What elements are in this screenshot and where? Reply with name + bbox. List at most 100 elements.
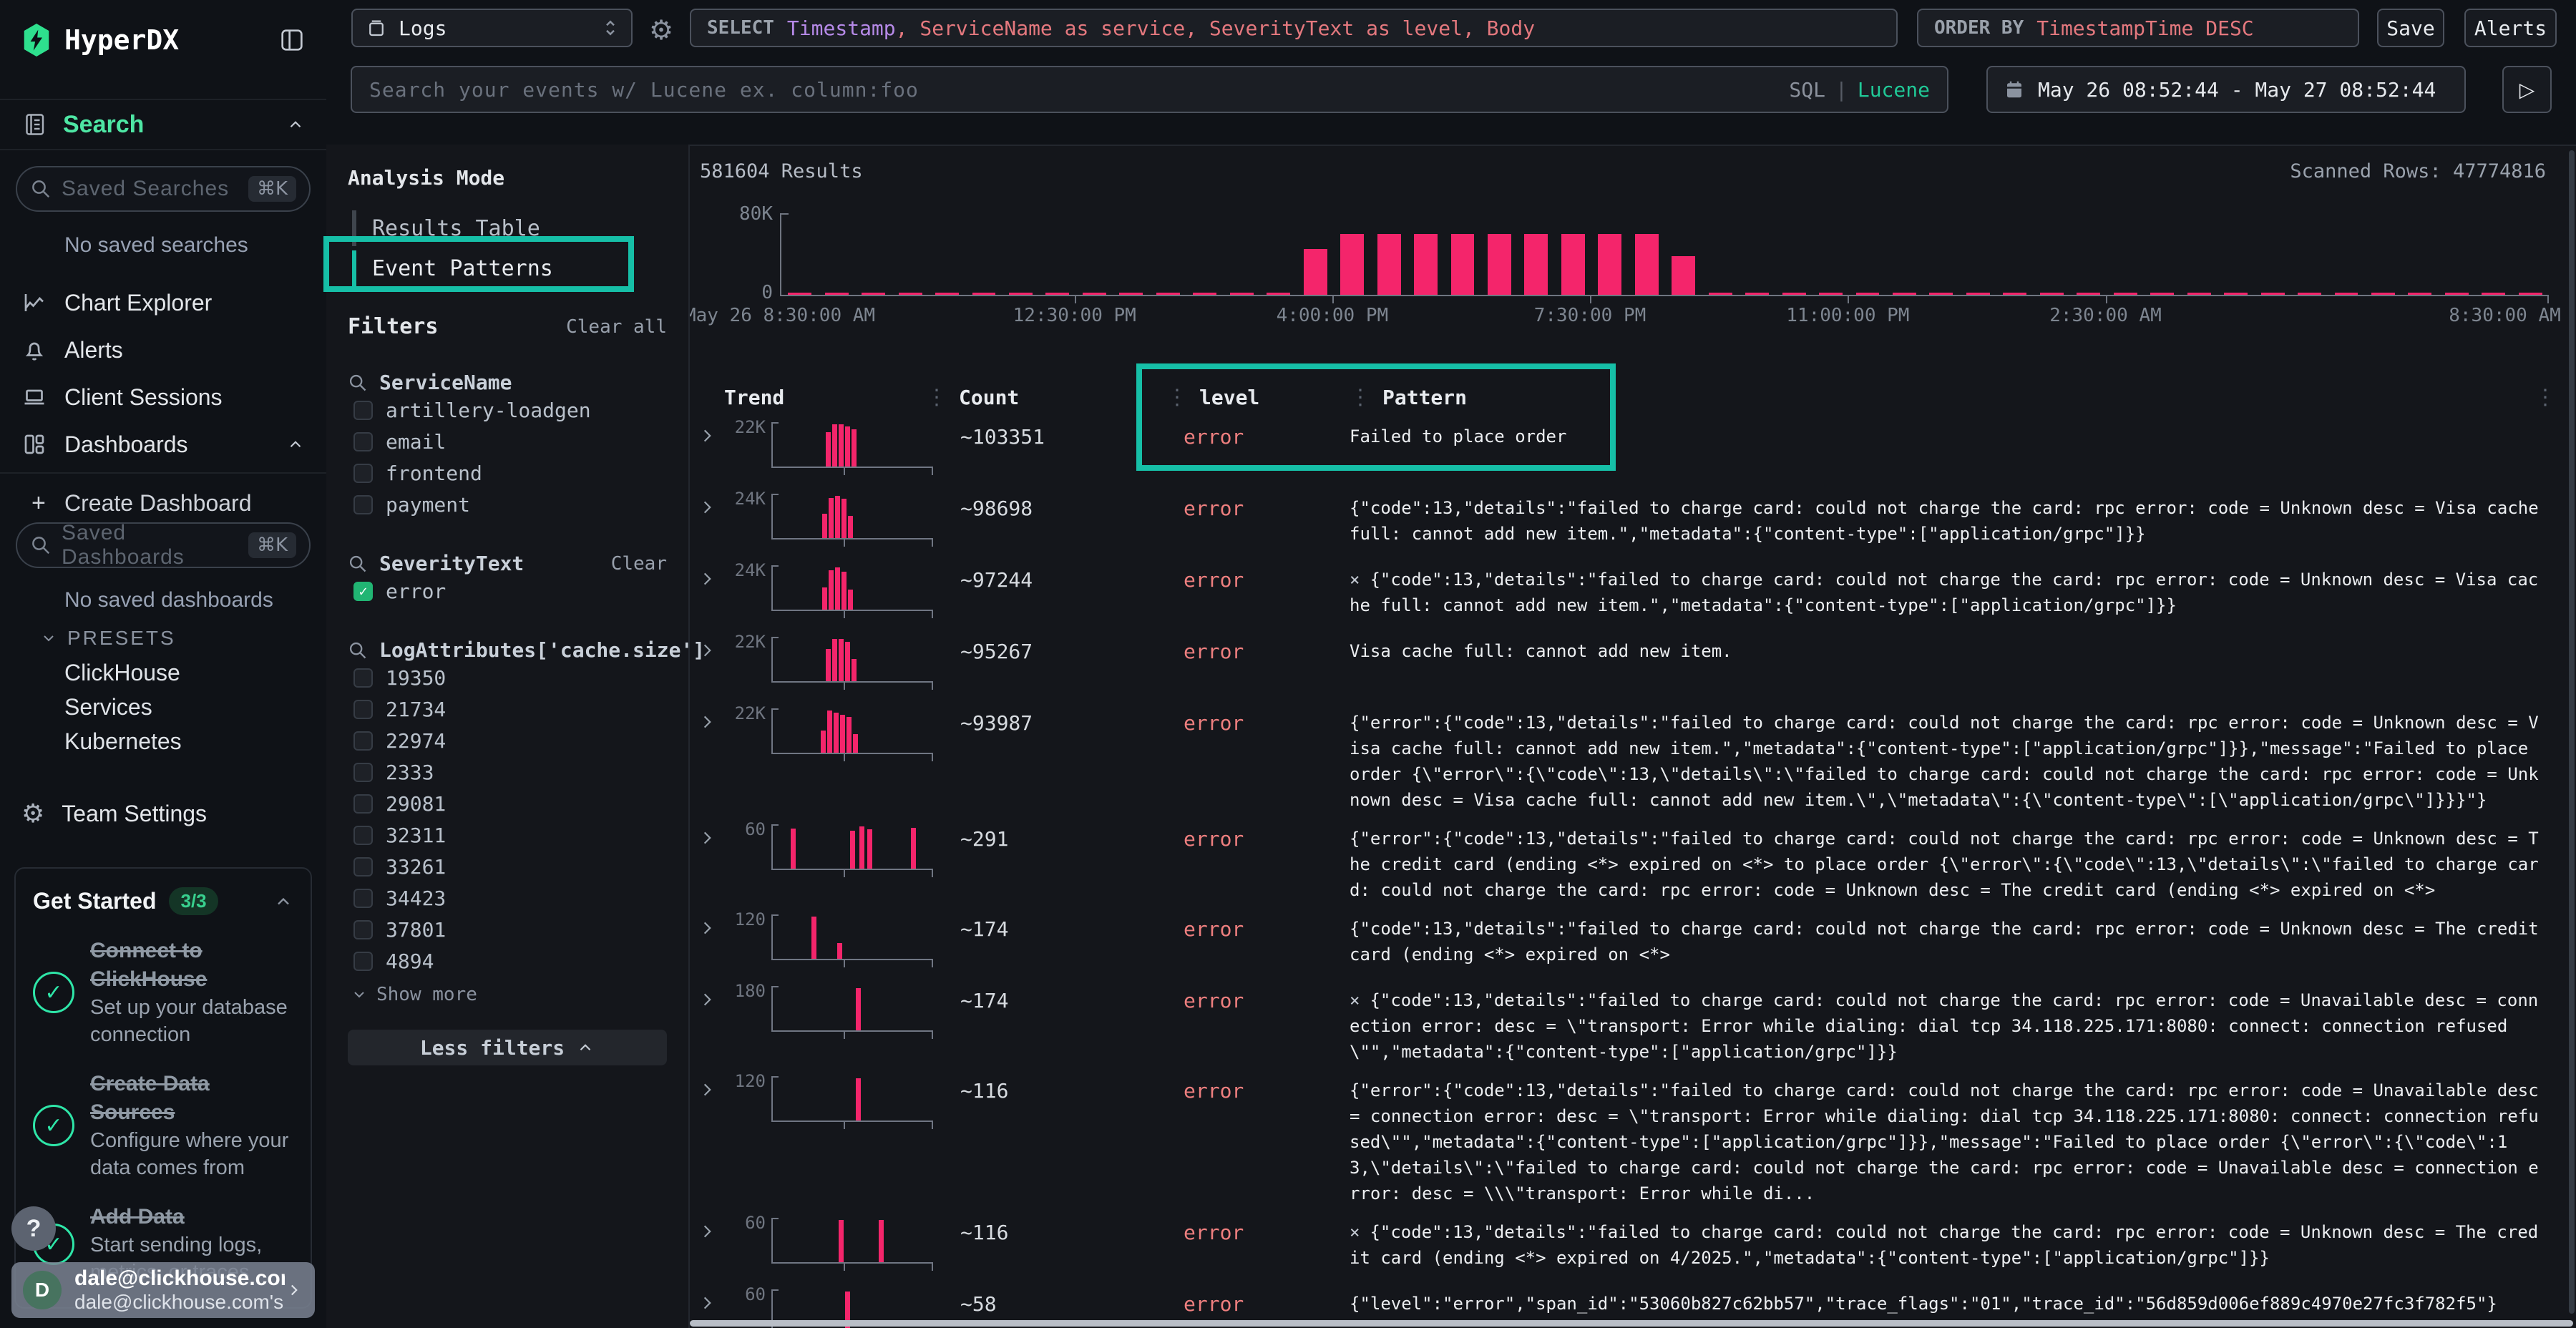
- collapse-x-icon[interactable]: ×: [1350, 1222, 1360, 1242]
- column-header-count[interactable]: Count: [959, 386, 1166, 409]
- source-selector[interactable]: Logs: [351, 9, 633, 47]
- checkbox-checked[interactable]: ✓: [353, 582, 373, 601]
- sidebar-item-client-sessions[interactable]: Client Sessions: [0, 375, 326, 419]
- facet-clear-link[interactable]: Clear: [611, 553, 667, 575]
- checkbox[interactable]: [353, 401, 373, 420]
- facet-option[interactable]: email: [348, 426, 667, 457]
- pattern-row[interactable]: 24K~98698error{"code":13,"details":"fail…: [690, 485, 2576, 554]
- sidebar-item-team-settings[interactable]: ⚙ Team Settings: [0, 791, 326, 836]
- sidebar-preset-clickhouse[interactable]: ClickHouse: [64, 660, 180, 686]
- pattern-row[interactable]: 22K~95267errorVisa cache full: cannot ad…: [690, 628, 2576, 697]
- sidebar-preset-kubernetes[interactable]: Kubernetes: [64, 728, 182, 755]
- column-grip-icon[interactable]: ⋮: [1350, 385, 1371, 410]
- show-more-link[interactable]: Show more: [348, 984, 667, 1005]
- select-clause-input[interactable]: SELECT Timestamp, ServiceName as service…: [690, 9, 1898, 47]
- pattern-row[interactable]: 60~291error{"error":{"code":13,"details"…: [690, 816, 2576, 903]
- create-dashboard-button[interactable]: + Create Dashboard: [0, 481, 326, 525]
- facet-option[interactable]: payment: [348, 489, 667, 520]
- pattern-row[interactable]: 120~116error{"error":{"code":13,"details…: [690, 1068, 2576, 1206]
- pattern-row[interactable]: 22K~103351errorFailed to place order: [690, 414, 2576, 482]
- pattern-row[interactable]: 60~116error×{"code":13,"details":"failed…: [690, 1209, 2576, 1278]
- mode-lucene-toggle[interactable]: Lucene: [1858, 78, 1930, 102]
- run-query-button[interactable]: ▷: [2502, 66, 2552, 113]
- user-menu[interactable]: D dale@clickhouse.com dale@clickhouse.co…: [11, 1262, 315, 1318]
- expand-row-chevron-icon[interactable]: [690, 1070, 724, 1099]
- clear-all-link[interactable]: Clear all: [566, 316, 667, 338]
- column-grip-icon[interactable]: ⋮: [1166, 385, 1188, 410]
- saved-searches-input[interactable]: Saved Searches ⌘K: [16, 166, 311, 212]
- checkbox[interactable]: [353, 432, 373, 451]
- checkbox[interactable]: [353, 668, 373, 688]
- checkbox[interactable]: [353, 731, 373, 751]
- pattern-row[interactable]: 180~174error×{"code":13,"details":"faile…: [690, 977, 2576, 1065]
- column-header-pattern[interactable]: Pattern: [1382, 386, 1467, 409]
- expand-row-chevron-icon[interactable]: [690, 631, 724, 660]
- presets-section[interactable]: PRESETS: [40, 627, 176, 650]
- checkbox[interactable]: [353, 794, 373, 814]
- expand-row-chevron-icon[interactable]: [690, 980, 724, 1009]
- expand-row-chevron-icon[interactable]: [690, 819, 724, 847]
- collapse-sidebar-icon[interactable]: [278, 26, 306, 54]
- sidebar-item-dashboards[interactable]: Dashboards: [0, 422, 326, 467]
- facet-option[interactable]: 22974: [348, 725, 667, 756]
- analysis-mode-event-patterns[interactable]: Event Patterns: [352, 248, 667, 288]
- save-button[interactable]: Save: [2377, 9, 2444, 47]
- expand-row-chevron-icon[interactable]: [690, 416, 724, 445]
- checkbox[interactable]: [353, 826, 373, 845]
- facet-option[interactable]: 21734: [348, 693, 667, 725]
- column-grip-icon[interactable]: ⋮: [926, 385, 947, 410]
- pattern-row[interactable]: 24K~97244error×{"code":13,"details":"fai…: [690, 557, 2576, 625]
- sidebar-item-chart-explorer[interactable]: Chart Explorer: [0, 280, 326, 325]
- less-filters-button[interactable]: Less filters: [348, 1030, 667, 1065]
- facet-option[interactable]: 34423: [348, 882, 667, 914]
- facet-option[interactable]: 4894: [348, 945, 667, 977]
- checkbox[interactable]: [353, 952, 373, 971]
- mode-sql-toggle[interactable]: SQL: [1789, 78, 1825, 102]
- facet-option[interactable]: 33261: [348, 851, 667, 882]
- get-started-step[interactable]: ✓Connect to ClickHouseSet up your databa…: [33, 937, 293, 1048]
- expand-row-chevron-icon[interactable]: [690, 560, 724, 588]
- checkbox[interactable]: [353, 495, 373, 514]
- sidebar-item-alerts[interactable]: Alerts: [0, 328, 326, 372]
- chevron-up-icon[interactable]: [273, 892, 293, 912]
- order-by-input[interactable]: ORDER BY TimestampTime DESC: [1917, 9, 2359, 47]
- facet-option[interactable]: ✓error: [348, 575, 667, 607]
- sidebar-item-search[interactable]: Search: [0, 99, 326, 150]
- pattern-row[interactable]: 22K~93987error{"error":{"code":13,"detai…: [690, 700, 2576, 813]
- table-options-icon[interactable]: ⋮: [2534, 385, 2556, 410]
- query-settings-gear-icon[interactable]: ⚙: [649, 14, 673, 46]
- checkbox[interactable]: [353, 889, 373, 908]
- column-header-level[interactable]: level: [1199, 386, 1350, 409]
- checkbox[interactable]: [353, 763, 373, 782]
- get-started-step[interactable]: ✓Create Data SourcesConfigure where your…: [33, 1070, 293, 1181]
- vertical-scrollbar[interactable]: [2569, 150, 2575, 1314]
- sidebar-preset-services[interactable]: Services: [64, 694, 152, 721]
- checkbox[interactable]: [353, 857, 373, 877]
- expand-row-chevron-icon[interactable]: [690, 703, 724, 731]
- help-button[interactable]: ?: [11, 1206, 56, 1251]
- facet-option[interactable]: 29081: [348, 788, 667, 819]
- analysis-mode-results-table[interactable]: Results Table: [352, 208, 667, 248]
- horizontal-scrollbar[interactable]: [690, 1320, 2573, 1327]
- checkbox[interactable]: [353, 700, 373, 719]
- collapse-x-icon[interactable]: ×: [1350, 570, 1360, 590]
- pattern-row[interactable]: 120~174error{"code":13,"details":"failed…: [690, 906, 2576, 975]
- facet-option[interactable]: 19350: [348, 662, 667, 693]
- results-histogram[interactable]: [780, 213, 2549, 296]
- facet-option[interactable]: frontend: [348, 457, 667, 489]
- alerts-button[interactable]: Alerts: [2464, 9, 2557, 47]
- date-range-picker[interactable]: May 26 08:52:44 - May 27 08:52:44: [1986, 66, 2466, 113]
- facet-option[interactable]: 2333: [348, 756, 667, 788]
- checkbox[interactable]: [353, 464, 373, 483]
- lucene-search-input[interactable]: Search your events w/ Lucene ex. column:…: [351, 66, 1948, 113]
- facet-option[interactable]: artillery-loadgen: [348, 394, 667, 426]
- collapse-x-icon[interactable]: ×: [1350, 990, 1360, 1010]
- expand-row-chevron-icon[interactable]: [690, 1284, 724, 1312]
- column-header-trend[interactable]: Trend: [724, 386, 926, 409]
- facet-option[interactable]: 37801: [348, 914, 667, 945]
- saved-dashboards-input[interactable]: Saved Dashboards ⌘K: [16, 522, 311, 568]
- expand-row-chevron-icon[interactable]: [690, 909, 724, 937]
- expand-row-chevron-icon[interactable]: [690, 1212, 724, 1241]
- facet-option[interactable]: 32311: [348, 819, 667, 851]
- expand-row-chevron-icon[interactable]: [690, 488, 724, 517]
